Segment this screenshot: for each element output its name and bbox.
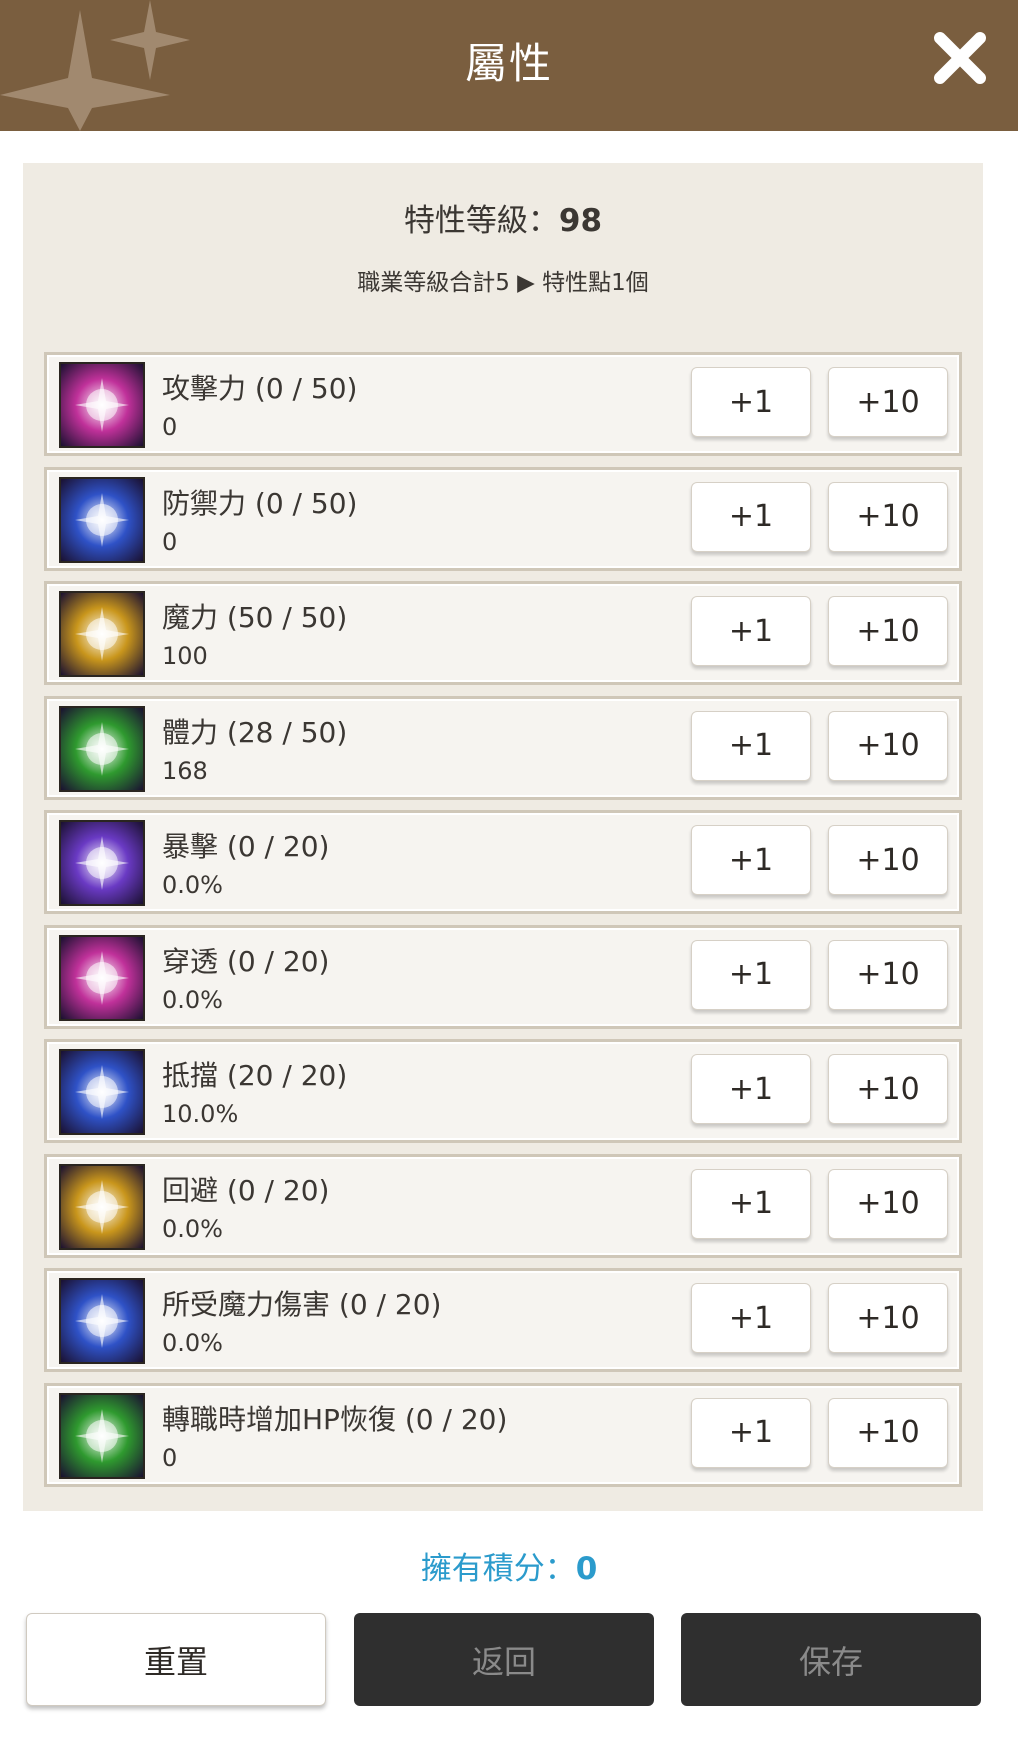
attribute-value: 0 — [162, 527, 178, 556]
attribute-row: 回避 (0 / 20) 0.0% +1 +10 — [44, 1153, 962, 1258]
hp-recovery-icon — [59, 1392, 145, 1479]
close-button[interactable] — [930, 28, 990, 88]
plus-one-button[interactable]: +1 — [691, 1168, 811, 1239]
attribute-name: 穿透 (0 / 20) — [162, 944, 330, 978]
owned-points-label: 擁有積分： — [420, 1551, 576, 1587]
attribute-name: 魔力 (50 / 50) — [162, 601, 348, 634]
attribute-row: 轉職時增加HP恢復 (0 / 20) 0 +1 +10 — [44, 1382, 962, 1487]
attribute-name: 所受魔力傷害 (0 / 20) — [162, 1288, 442, 1321]
attribute-value: 10.0% — [162, 1100, 239, 1128]
trait-level-label: 特性等級： — [403, 203, 559, 239]
save-button[interactable]: 保存 — [681, 1613, 981, 1706]
attribute-name: 抵擋 (20 / 20) — [162, 1059, 348, 1092]
plus-ten-button[interactable]: +10 — [828, 825, 948, 895]
reset-button[interactable]: 重置 — [26, 1613, 326, 1706]
attribute-value: 0 — [162, 1443, 178, 1472]
attribute-row: 所受魔力傷害 (0 / 20) 0.0% +1 +10 — [44, 1268, 962, 1372]
owned-points: 擁有積分：0 — [0, 1543, 1018, 1588]
plus-ten-button[interactable]: +10 — [828, 1168, 948, 1239]
plus-ten-button[interactable]: +10 — [828, 596, 948, 666]
plus-one-button[interactable]: +1 — [691, 367, 811, 437]
magic-star-icon — [59, 591, 145, 677]
attribute-row: 攻擊力 (0 / 50) 0 +1 +10 — [44, 352, 962, 456]
attribute-value: 0.0% — [162, 871, 223, 899]
magic-shield-icon — [59, 1278, 145, 1364]
plus-ten-button[interactable]: +10 — [828, 710, 948, 781]
sword-icon — [59, 362, 145, 448]
attribute-value: 168 — [162, 756, 208, 785]
attribute-panel: 特性等級：98 職業等級合計5 ▶ 特性點1個 攻擊力 (0 / 50) 0 +1 +… — [23, 163, 983, 1511]
page-title: 屬性 — [464, 39, 553, 88]
attribute-row: 暴擊 (0 / 20) 0.0% +1 +10 — [44, 810, 962, 914]
plus-one-button[interactable]: +1 — [691, 1054, 811, 1124]
trait-level-value: 98 — [558, 203, 603, 239]
job-level-info: 職業等級合計5 ▶ 特性點1個 — [357, 270, 649, 296]
attribute-value: 0.0% — [162, 985, 223, 1014]
header-bar: 屬性 — [0, 0, 1018, 131]
attribute-row: 防禦力 (0 / 50) 0 +1 +10 — [44, 466, 962, 571]
attribute-row: 抵擋 (20 / 20) 10.0% +1 +10 — [44, 1039, 962, 1143]
back-button[interactable]: 返回 — [354, 1613, 654, 1706]
block-icon — [59, 1049, 145, 1135]
attribute-row: 穿透 (0 / 20) 0.0% +1 +10 — [44, 924, 962, 1029]
attribute-value: 0 — [162, 413, 178, 441]
attribute-name: 暴擊 (0 / 20) — [162, 830, 330, 863]
plus-one-button[interactable]: +1 — [691, 481, 811, 552]
close-icon — [934, 32, 986, 84]
plus-ten-button[interactable]: +10 — [828, 1283, 948, 1353]
shield-icon — [59, 476, 145, 563]
attribute-list: 攻擊力 (0 / 50) 0 +1 +10 防禦力 (0 / 50) 0 +1 +10 魔力 (… — [44, 352, 962, 1497]
trait-level: 特性等級：98 — [23, 195, 983, 240]
evade-icon — [59, 1163, 145, 1250]
owned-points-value: 0 — [575, 1551, 598, 1587]
attribute-name: 回避 (0 / 20) — [162, 1173, 330, 1207]
plus-one-button[interactable]: +1 — [691, 1283, 811, 1353]
plus-ten-button[interactable]: +10 — [828, 1054, 948, 1124]
attribute-value: 0.0% — [162, 1214, 223, 1243]
attribute-name: 體力 (28 / 50) — [162, 715, 348, 749]
attribute-name: 轉職時增加HP恢復 (0 / 20) — [162, 1402, 508, 1436]
penetrate-icon — [59, 934, 145, 1021]
plus-one-button[interactable]: +1 — [691, 710, 811, 781]
attribute-row: 體力 (28 / 50) 168 +1 +10 — [44, 695, 962, 800]
attribute-name: 攻擊力 (0 / 50) — [162, 372, 358, 405]
attribute-value: 100 — [162, 642, 208, 670]
body-armor-icon — [59, 705, 145, 792]
critical-icon — [59, 820, 145, 906]
plus-ten-button[interactable]: +10 — [828, 367, 948, 437]
plus-one-button[interactable]: +1 — [691, 1397, 811, 1468]
plus-ten-button[interactable]: +10 — [828, 939, 948, 1010]
attribute-row: 魔力 (50 / 50) 100 +1 +10 — [44, 581, 962, 685]
plus-one-button[interactable]: +1 — [691, 825, 811, 895]
attribute-name: 防禦力 (0 / 50) — [162, 486, 358, 520]
attribute-value: 0.0% — [162, 1329, 223, 1357]
plus-one-button[interactable]: +1 — [691, 939, 811, 1010]
plus-one-button[interactable]: +1 — [691, 596, 811, 666]
plus-ten-button[interactable]: +10 — [828, 1397, 948, 1468]
plus-ten-button[interactable]: +10 — [828, 481, 948, 552]
